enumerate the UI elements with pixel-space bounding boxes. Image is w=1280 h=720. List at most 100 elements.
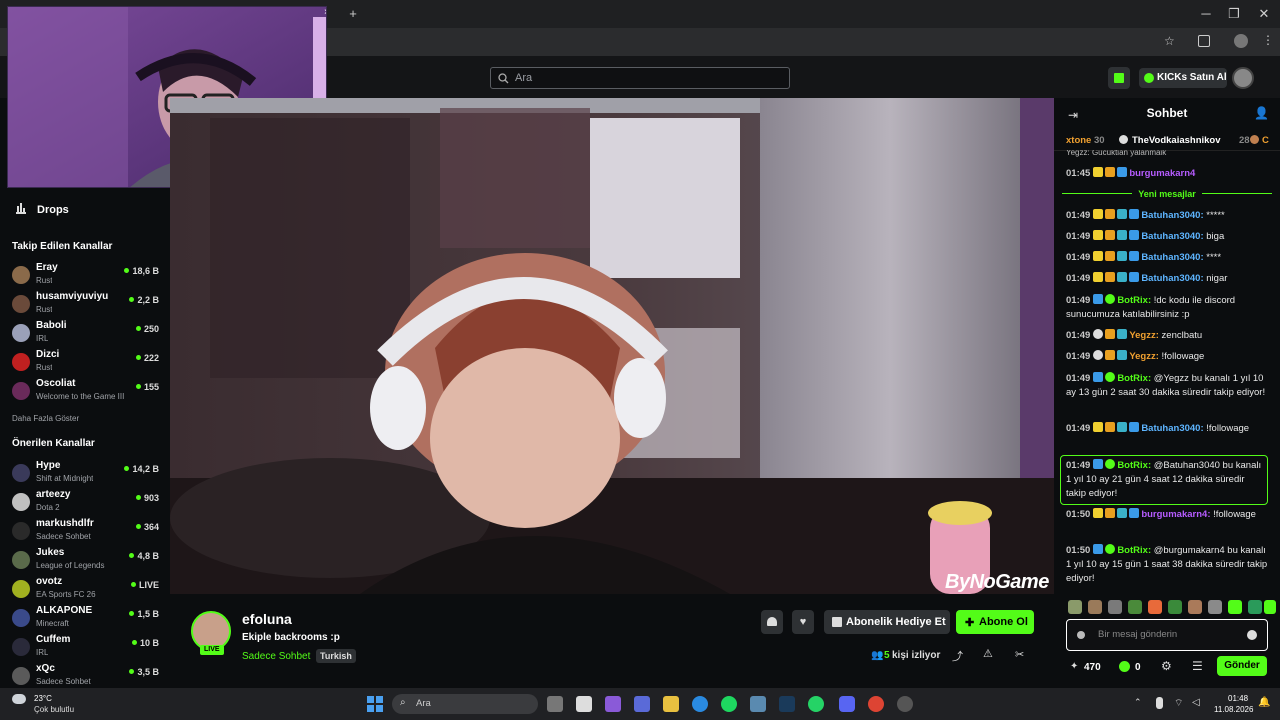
chat-input-badge-icon[interactable]: [1077, 631, 1085, 639]
copilot-icon[interactable]: [605, 696, 621, 712]
message-username[interactable]: BotRix: [1117, 295, 1148, 306]
gift-subscription-button[interactable]: Abonelik Hediye Et: [824, 610, 950, 634]
gifter-name[interactable]: C: [1262, 135, 1269, 146]
clip-icon[interactable]: ✂: [1015, 648, 1024, 661]
sidebar-channel-item[interactable]: xQc Sadece Sohbet 3,5 B: [0, 661, 170, 690]
language-tag[interactable]: Turkish: [316, 649, 356, 663]
start-button[interactable]: [367, 696, 383, 712]
emote-icon[interactable]: [1264, 600, 1276, 614]
sidebar-channel-item[interactable]: ovotz EA Sports FC 26 LIVE: [0, 574, 170, 603]
drops-link[interactable]: Drops: [37, 204, 69, 216]
channel-category: Minecraft: [36, 619, 69, 628]
search-input[interactable]: Ara: [490, 67, 790, 89]
emote-icon[interactable]: [1208, 600, 1222, 614]
taskbar-search[interactable]: ⌕ Ara: [392, 694, 538, 714]
emote-icon[interactable]: [1148, 600, 1162, 614]
emote-icon[interactable]: [1248, 600, 1262, 614]
show-more-link[interactable]: Daha Fazla Göster: [12, 414, 79, 423]
message-username[interactable]: Batuhan3040: [1141, 252, 1200, 263]
teams-icon[interactable]: [634, 696, 650, 712]
emote-icon[interactable]: [1088, 600, 1102, 614]
user-avatar[interactable]: [1232, 67, 1254, 89]
spotify-icon[interactable]: [721, 696, 737, 712]
emote-icon[interactable]: [1228, 600, 1242, 614]
message-username[interactable]: BotRix: [1117, 460, 1148, 471]
widgets-icon[interactable]: [576, 696, 592, 712]
microphone-icon[interactable]: [1156, 697, 1163, 709]
whatsapp-icon[interactable]: [808, 696, 824, 712]
profile-avatar[interactable]: [1234, 34, 1248, 48]
sidebar-channel-item[interactable]: Hype Shift at Midnight 14,2 B: [0, 458, 170, 487]
sidebar-channel-item[interactable]: Cuffem IRL 10 B: [0, 632, 170, 661]
message-username[interactable]: BotRix: [1117, 545, 1148, 556]
sidebar-channel-item[interactable]: Jukes League of Legends 4,8 B: [0, 545, 170, 574]
message-username[interactable]: Batuhan3040: [1141, 423, 1200, 434]
sidebar-channel-item[interactable]: Eray Rust 18,6 B: [0, 260, 170, 289]
notifications-icon[interactable]: 🔔: [1258, 697, 1270, 708]
emoji-icon[interactable]: [1247, 630, 1257, 640]
message-username[interactable]: Yegzz: [1129, 351, 1155, 362]
share-icon[interactable]: ⤴: [952, 648, 963, 664]
discord-icon[interactable]: [839, 696, 855, 712]
weather-icon[interactable]: [12, 694, 26, 704]
gifter-name[interactable]: xtone: [1066, 135, 1091, 146]
minimize-button[interactable]: ─: [1192, 2, 1220, 26]
bookmark-star-icon[interactable]: ☆: [1164, 34, 1178, 48]
emote-icon[interactable]: [1108, 600, 1122, 614]
weather-temperature[interactable]: 23°C: [34, 694, 52, 703]
crown-badge-icon: [1105, 350, 1116, 360]
close-window-button[interactable]: ✕: [1250, 2, 1278, 26]
weather-description[interactable]: Çok bulutlu: [34, 705, 74, 714]
emote-icon[interactable]: [1188, 600, 1202, 614]
sidebar-channel-item[interactable]: Oscoliat Welcome to the Game III 155: [0, 376, 170, 405]
volume-icon[interactable]: ◁: [1192, 697, 1200, 708]
channel-name[interactable]: efoluna: [242, 611, 292, 627]
kicks-balance[interactable]: 0: [1135, 662, 1141, 673]
chat-rules-icon[interactable]: ☰: [1192, 659, 1203, 673]
message-username[interactable]: Batuhan3040: [1141, 210, 1200, 221]
maximize-button[interactable]: ❐: [1220, 2, 1248, 26]
gifter-name[interactable]: TheVodkaiashnikov: [1132, 135, 1221, 146]
sidebar-channel-item[interactable]: husamviyuviyu Rust 2,2 B: [0, 289, 170, 318]
drops-rewards-button[interactable]: [1108, 67, 1130, 89]
chat-settings-icon[interactable]: ⚙: [1161, 659, 1172, 673]
message-username[interactable]: BotRix: [1117, 373, 1148, 384]
task-view-icon[interactable]: [547, 696, 563, 712]
channel-points[interactable]: 470: [1084, 662, 1101, 673]
emote-icon[interactable]: [1068, 600, 1082, 614]
chat-users-icon[interactable]: 👤: [1254, 106, 1269, 120]
message-username[interactable]: burgumakarn4: [1129, 168, 1195, 179]
message-username[interactable]: burgumakarn4: [1141, 509, 1207, 520]
extensions-icon[interactable]: [1198, 35, 1210, 47]
stream-category-link[interactable]: Sadece Sohbet: [242, 651, 310, 662]
video-player[interactable]: ByNoGame: [170, 98, 1054, 594]
close-overlay-icon[interactable]: ×: [324, 7, 326, 18]
message-username[interactable]: Yegzz: [1129, 330, 1155, 341]
message-username[interactable]: Batuhan3040: [1141, 231, 1200, 242]
new-tab-button[interactable]: +: [339, 2, 367, 26]
app-icon[interactable]: [750, 696, 766, 712]
tray-chevron-icon[interactable]: ⌃: [1134, 697, 1142, 708]
sidebar-channel-item[interactable]: ALKAPONE Minecraft 1,5 B: [0, 603, 170, 632]
send-button[interactable]: Gönder: [1217, 656, 1267, 676]
sidebar-channel-item[interactable]: Dizci Rust 222: [0, 347, 170, 376]
chat-input[interactable]: Bir mesaj gönderin: [1066, 619, 1268, 651]
network-icon[interactable]: ⌔: [1174, 697, 1183, 710]
clock-time[interactable]: 01:48: [1228, 694, 1248, 703]
report-icon[interactable]: ⚠: [983, 647, 993, 660]
chrome-icon[interactable]: [868, 696, 884, 712]
edge-icon[interactable]: [692, 696, 708, 712]
clock-date[interactable]: 11.08.2026: [1214, 705, 1253, 714]
message-username[interactable]: Batuhan3040: [1141, 273, 1200, 284]
sidebar-channel-item[interactable]: Baboli IRL 250: [0, 318, 170, 347]
file-explorer-icon[interactable]: [663, 696, 679, 712]
notification-button[interactable]: [761, 610, 783, 634]
sidebar-channel-item[interactable]: markushdlfr Sadece Sohbet 364: [0, 516, 170, 545]
sidebar-channel-item[interactable]: arteezy Dota 2 903: [0, 487, 170, 516]
browser-menu-icon[interactable]: ⋮: [1262, 33, 1274, 47]
emote-icon[interactable]: [1128, 600, 1142, 614]
follow-button[interactable]: ♥: [792, 610, 814, 634]
emote-icon[interactable]: [1168, 600, 1182, 614]
steam-icon[interactable]: [779, 696, 795, 712]
settings-app-icon[interactable]: [897, 696, 913, 712]
